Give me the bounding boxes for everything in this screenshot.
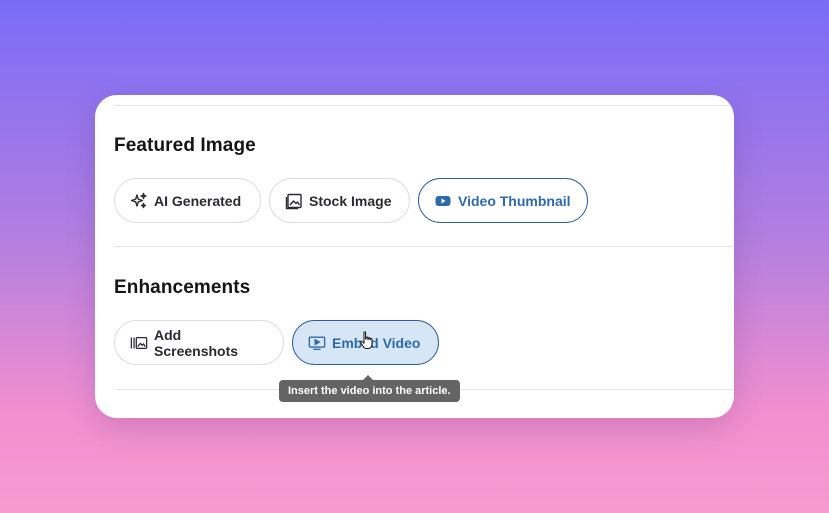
hand-pointer-icon bbox=[360, 331, 373, 349]
top-divider bbox=[114, 105, 734, 106]
middle-divider bbox=[114, 246, 734, 247]
featured-image-title: Featured Image bbox=[114, 135, 256, 156]
sparkles-icon bbox=[130, 192, 148, 210]
video-thumbnail-label: Video Thumbnail bbox=[458, 192, 571, 209]
settings-card: Featured Image AI Generated Stock Image bbox=[95, 95, 734, 418]
embed-video-tooltip: Insert the video into the article. bbox=[279, 375, 460, 402]
ai-generated-button[interactable]: AI Generated bbox=[114, 178, 261, 223]
enhancements-title: Enhancements bbox=[114, 277, 251, 298]
stock-image-label: Stock Image bbox=[309, 192, 392, 209]
ai-generated-label: AI Generated bbox=[154, 192, 242, 209]
youtube-play-icon bbox=[434, 192, 452, 210]
screenshots-icon bbox=[130, 334, 148, 352]
video-screen-icon bbox=[308, 334, 326, 352]
add-screenshots-button[interactable]: Add Screenshots bbox=[114, 320, 284, 365]
image-icon bbox=[285, 192, 303, 210]
add-screenshots-label: Add Screenshots bbox=[154, 326, 239, 359]
stock-image-button[interactable]: Stock Image bbox=[269, 178, 410, 223]
embed-video-label: Embed Video bbox=[332, 334, 421, 351]
video-thumbnail-button[interactable]: Video Thumbnail bbox=[418, 178, 588, 223]
